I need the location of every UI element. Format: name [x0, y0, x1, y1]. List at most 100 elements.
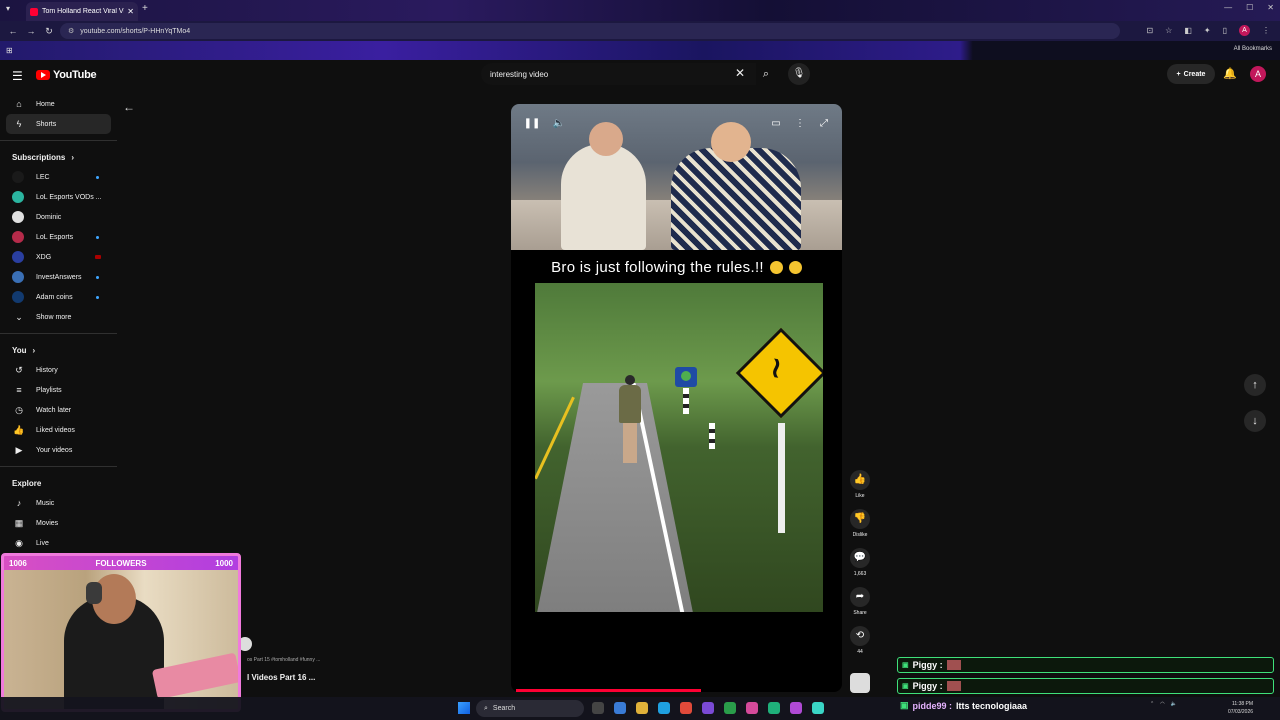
show-more-button[interactable]: ⌄ Show more — [0, 307, 117, 327]
chat-user: Piggy : — [912, 660, 943, 670]
followers-current: 1006 — [9, 558, 27, 568]
chrome-icon[interactable] — [680, 702, 692, 714]
xbox-icon[interactable] — [724, 702, 736, 714]
tab-search-icon[interactable]: ▾ — [6, 4, 10, 13]
sidebar-item-label: Home — [36, 100, 55, 108]
sidebar-item-xdg[interactable]: XDG — [0, 247, 117, 267]
sidepanel-icon[interactable]: ▯ — [1223, 26, 1227, 35]
task-view-icon[interactable] — [592, 702, 604, 714]
all-bookmarks[interactable]: All Bookmarks — [1234, 46, 1272, 52]
sidebar-item-history[interactable]: ↺ History — [0, 360, 117, 380]
like-button[interactable]: 👍 Like — [846, 470, 874, 509]
back-icon[interactable]: ← — [8, 26, 18, 36]
sidebar-item-dominic[interactable]: Dominic — [0, 207, 117, 227]
apps-grid-icon[interactable]: ⊞ — [6, 46, 13, 55]
search-icon[interactable]: ⌕ — [756, 63, 776, 85]
bookmark-star-icon[interactable]: ☆ — [1165, 26, 1172, 35]
liked-videos-icon: 👍 — [13, 424, 25, 435]
app-icon[interactable] — [812, 702, 824, 714]
clock-time: 11:38 PM — [1232, 701, 1254, 707]
reactor-right — [671, 122, 801, 250]
sidebar-item-shorts[interactable]: ϟ Shorts — [6, 114, 111, 134]
site-info-icon[interactable]: ⚙ — [68, 27, 74, 35]
section-title: Subscriptions — [12, 152, 66, 162]
menu-icon[interactable]: ☰ — [12, 69, 23, 83]
maximize-icon[interactable]: ☐ — [1246, 3, 1253, 12]
chat-emote-icon — [946, 660, 961, 670]
search-input[interactable]: interesting video — [481, 63, 756, 85]
sidebar-item-movies[interactable]: ▦ Movies — [0, 513, 117, 533]
forward-icon[interactable]: → — [26, 26, 36, 36]
reload-icon[interactable]: ↻ — [44, 26, 54, 37]
menu-dots-icon[interactable]: ⋮ — [1262, 26, 1270, 35]
sidebar-item-music[interactable]: ♪ Music — [0, 493, 117, 513]
plus-icon: + — [1176, 70, 1181, 78]
app-icon[interactable] — [702, 702, 714, 714]
app-icon[interactable] — [790, 702, 802, 714]
running-man — [619, 375, 643, 465]
sidebar-item-home[interactable]: ⌂ Home — [0, 94, 117, 114]
windows-start-icon[interactable] — [458, 702, 470, 714]
sidebar-item-playlists[interactable]: ≡ Playlists — [0, 380, 117, 400]
shorts-video-player[interactable]: ❚❚ 🔈 ▭ ⋮ ⤢ Bro is just following the rul… — [511, 104, 842, 692]
browser-tab[interactable]: Tom Holland React Viral Vi ✕ — [26, 2, 138, 21]
sidebar-item-liked-videos[interactable]: 👍 Liked videos — [0, 420, 117, 440]
sidebar-item-lec[interactable]: LEC — [0, 167, 117, 187]
app-icon[interactable] — [746, 702, 758, 714]
channel-avatar — [12, 271, 24, 283]
sidebar-item-your-videos[interactable]: ▶ Your videos — [0, 440, 117, 460]
volume-tray-icon[interactable]: 🔈 — [1171, 701, 1177, 707]
minimize-icon[interactable]: — — [1224, 3, 1232, 12]
address-bar[interactable]: ⚙ youtube.com/shorts/P-HHnYqTMo4 — [60, 23, 1120, 39]
comments-button[interactable]: 💬 1,663 — [846, 548, 874, 587]
profile-avatar[interactable]: A — [1239, 25, 1250, 36]
copilot-icon[interactable] — [614, 702, 626, 714]
channel-avatar — [12, 191, 24, 203]
new-tab-icon[interactable]: + — [142, 3, 148, 14]
sidebar-item-live[interactable]: ◉ Live — [0, 533, 117, 553]
share-button[interactable]: ➦ Share — [846, 587, 874, 626]
sidebar-item-investanswers[interactable]: InvestAnswers — [0, 267, 117, 287]
dislike-button[interactable]: 👎 Dislike — [846, 509, 874, 548]
extensions-puzzle-icon[interactable]: ✦ — [1204, 26, 1211, 35]
chat-emote-icon — [946, 681, 961, 691]
mic-icon[interactable]: 🎙 — [788, 63, 810, 85]
back-arrow-icon[interactable]: ← — [123, 100, 135, 114]
clear-search-icon[interactable]: ✕ — [735, 66, 745, 80]
close-tab-icon[interactable]: ✕ — [127, 7, 134, 16]
close-window-icon[interactable]: ✕ — [1267, 3, 1274, 12]
user-avatar[interactable]: A — [1250, 66, 1266, 82]
video-title[interactable]: l Videos Part 16 ... — [247, 673, 315, 682]
volume-icon[interactable]: 🔈 — [548, 116, 570, 132]
more-options-icon[interactable]: ⋮ — [789, 116, 811, 132]
road-scene: ≀ — [535, 283, 823, 612]
next-short-arrow-icon[interactable]: ↓ — [1244, 410, 1266, 432]
fullscreen-icon[interactable]: ⤢ — [813, 116, 835, 132]
sound-thumbnail[interactable] — [850, 673, 870, 693]
notifications-bell-icon[interactable]: 🔔 — [1223, 67, 1237, 80]
wifi-icon[interactable]: ◠ — [1160, 701, 1164, 707]
sidebar-item-adam-coins[interactable]: Adam coins — [0, 287, 117, 307]
comment-icon: 💬 — [850, 548, 870, 568]
sidebar-item-watch-later[interactable]: ◷ Watch later — [0, 400, 117, 420]
you-header[interactable]: You › — [0, 340, 117, 360]
taskbar-search[interactable]: ⌕ Search — [476, 700, 584, 717]
taskbar-search-label: Search — [492, 705, 516, 712]
sidebar-item-lol-esports[interactable]: LoL Esports — [0, 227, 117, 247]
video-progress-bar[interactable] — [516, 689, 701, 692]
pause-icon[interactable]: ❚❚ — [521, 116, 543, 132]
tray-chevron-icon[interactable]: ⌃ — [1150, 701, 1154, 707]
taskbar-clock[interactable]: 11:38 PM 07/03/2026 — [1228, 700, 1253, 716]
create-button[interactable]: + Create — [1167, 64, 1215, 84]
remix-button[interactable]: ⟲ 44 — [846, 626, 874, 665]
app-icon[interactable] — [768, 702, 780, 714]
edge-icon[interactable] — [658, 702, 670, 714]
install-icon[interactable]: ⊡ — [1146, 26, 1153, 35]
youtube-logo[interactable]: YouTube — [36, 69, 97, 81]
previous-short-arrow-icon[interactable]: ↑ — [1244, 374, 1266, 396]
subscriptions-header[interactable]: Subscriptions › — [0, 147, 117, 167]
extension-icon[interactable]: ◧ — [1184, 26, 1192, 35]
file-explorer-icon[interactable] — [636, 702, 648, 714]
captions-icon[interactable]: ▭ — [765, 116, 787, 132]
sidebar-item-lol-esports-vods[interactable]: LoL Esports VODs ... — [0, 187, 117, 207]
